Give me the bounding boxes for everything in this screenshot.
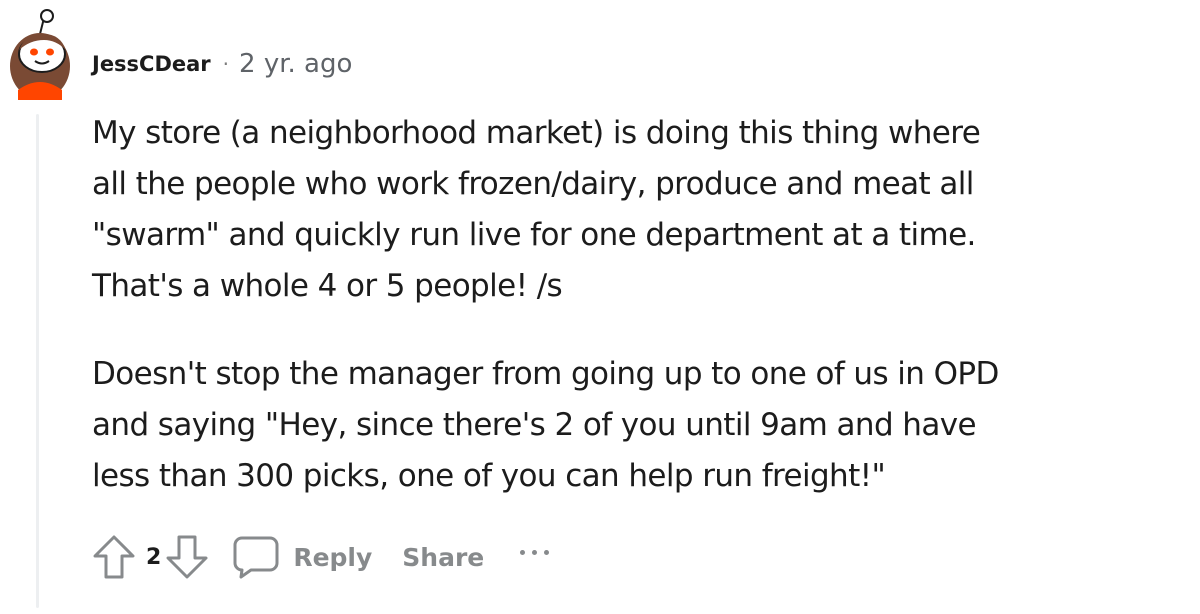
thread-line[interactable] <box>36 114 39 608</box>
ellipsis-icon <box>544 549 550 555</box>
comment-line: all the people who work frozen/dairy, pr… <box>92 166 974 202</box>
author-username[interactable]: JessCDear <box>92 52 211 76</box>
comment-line: less than 300 picks, one of you can help… <box>92 458 886 494</box>
vote-score: 2 <box>146 544 162 570</box>
comment-line: "swarm" and quickly run live for one dep… <box>92 217 976 253</box>
comment-action-bar: 2 Reply Share <box>90 532 550 582</box>
meta-separator: · <box>222 52 230 76</box>
speech-bubble-icon <box>233 536 279 579</box>
downvote-button[interactable] <box>163 533 211 581</box>
downvote-arrow-icon <box>166 535 208 579</box>
comment-line: and saying "Hey, since there's 2 of you … <box>92 407 977 443</box>
comment-body: My store (a neighborhood market) is doin… <box>92 108 1132 502</box>
ellipsis-icon <box>520 549 526 555</box>
comment-timestamp[interactable]: 2 yr. ago <box>239 49 352 79</box>
comment-line: My store (a neighborhood market) is doin… <box>92 115 981 151</box>
upvote-arrow-icon <box>93 535 135 579</box>
upvote-button[interactable] <box>90 533 138 581</box>
comment-line: Doesn't stop the manager from going up t… <box>92 356 999 392</box>
avatar[interactable] <box>4 4 74 100</box>
comment-line: That's a whole 4 or 5 people! /s <box>92 268 563 304</box>
more-options-button[interactable] <box>520 549 550 555</box>
share-button[interactable]: Share <box>402 543 484 572</box>
reply-button[interactable]: Reply <box>233 535 372 579</box>
comment-header: JessCDear · 2 yr. ago <box>92 44 352 84</box>
reply-label: Reply <box>293 542 373 572</box>
ellipsis-icon <box>532 549 538 555</box>
snoo-avatar-icon <box>10 9 70 100</box>
